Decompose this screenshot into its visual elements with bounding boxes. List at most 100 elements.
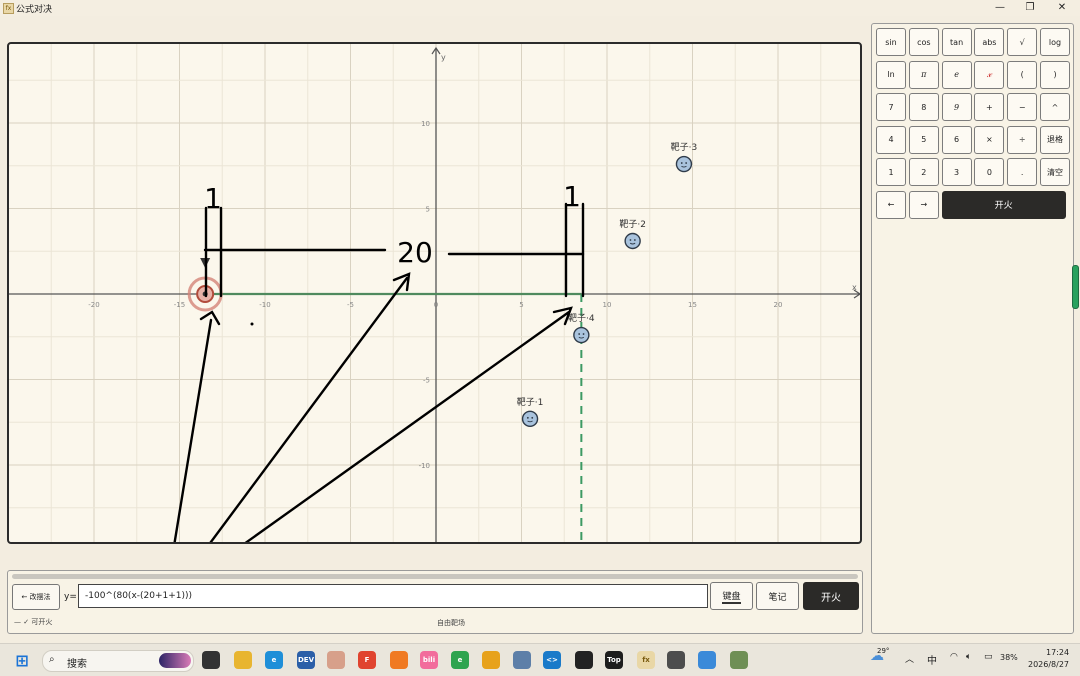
target-eye	[680, 162, 683, 164]
calculator-icon[interactable]	[667, 651, 685, 669]
formula-keypad: sin cos tan abs √ log ln π e 𝓍() 7 8 9 + − ^ 4 5 6 × ÷ 退格 1 2 3 0…	[871, 23, 1074, 634]
cursor-right-key[interactable]: →	[908, 190, 939, 219]
close-icon: ✕	[1057, 2, 1067, 13]
settings-app-icon[interactable]	[513, 651, 531, 669]
formula-input[interactable]: -100^(80(x-(20+1+1)))	[78, 584, 708, 608]
key-0-0[interactable]: sin	[876, 28, 906, 56]
fire-status: — ✓ 可开火	[14, 618, 53, 626]
ime-indicator[interactable]: 中	[927, 652, 937, 667]
feishu-icon[interactable]: F	[358, 651, 376, 669]
key-0-4[interactable]: √	[1007, 28, 1038, 56]
fire-button[interactable]: 开火	[803, 582, 859, 610]
key-4-3[interactable]: 0	[974, 158, 1005, 186]
key-1-3[interactable]: 𝓍	[974, 60, 1005, 89]
graph-canvas[interactable]: x y -20 -15 -10 -5 0 5 10 15 20 -10 -5 5 10 靶子·1 靶子·2 靶子·…	[7, 42, 862, 544]
clock-date[interactable]: 2026/8/27	[1028, 660, 1069, 669]
x-tick-label: -20	[88, 301, 99, 309]
key-2-5[interactable]: ^	[1040, 93, 1070, 121]
restore-button[interactable]: ❐	[1015, 0, 1045, 16]
volume-icon[interactable]: 🔈︎	[966, 652, 971, 662]
key-3-0[interactable]: 4	[876, 125, 906, 154]
key-4-1[interactable]: 2	[908, 158, 939, 186]
annotation-gap: 20	[397, 236, 433, 269]
file-explorer-icon[interactable]	[234, 651, 252, 669]
wifi-icon[interactable]: ◠	[950, 652, 958, 662]
key-3-3[interactable]: ×	[974, 125, 1005, 154]
change-layout-button[interactable]: ← 改摆法	[12, 584, 60, 610]
target-label: 靶子·3	[671, 141, 698, 153]
restore-icon: ❐	[1025, 2, 1035, 13]
key-2-4[interactable]: −	[1007, 93, 1038, 121]
qq-icon[interactable]	[575, 651, 593, 669]
annotation-right-one: 1	[563, 180, 581, 213]
key-1-2[interactable]: e	[941, 60, 972, 89]
key-4-2[interactable]: 3	[941, 158, 972, 186]
close-button[interactable]: ✕	[1047, 0, 1077, 16]
notes-button[interactable]: 笔记	[756, 582, 799, 610]
weather-temp: 29°	[877, 647, 890, 655]
target-eye	[629, 239, 632, 241]
key-2-0[interactable]: 7	[876, 93, 906, 121]
orange-app-icon[interactable]	[390, 651, 408, 669]
search-icon: ⌕	[49, 654, 55, 665]
edge-icon[interactable]: e	[265, 651, 283, 669]
key-1-4[interactable]: (	[1007, 60, 1038, 89]
key-0-2[interactable]: tan	[941, 28, 972, 56]
search-placeholder: 搜索	[67, 659, 87, 670]
task-view-icon[interactable]	[202, 651, 220, 669]
cursor-left-key[interactable]: ←	[876, 190, 906, 219]
arrow-to-right	[244, 306, 573, 542]
tree-app-icon[interactable]	[730, 651, 748, 669]
tray-chevron-icon[interactable]: ︿	[905, 652, 914, 665]
key-1-0[interactable]: ln	[876, 60, 906, 89]
key-1-5[interactable]: )	[1040, 60, 1070, 89]
avatar-app-icon[interactable]	[327, 651, 345, 669]
keyboard-button[interactable]: 键盘	[710, 582, 753, 610]
formula-app-icon[interactable]: fx	[637, 651, 655, 669]
devcpp-icon[interactable]: DEV	[297, 651, 315, 669]
ink-dot	[250, 322, 254, 326]
key-4-4[interactable]: .	[1007, 158, 1038, 186]
key-0-5[interactable]: log	[1040, 28, 1070, 56]
target-eye	[531, 416, 534, 419]
key-2-2[interactable]: 9	[941, 93, 972, 121]
key-4-5[interactable]: 清空	[1040, 158, 1070, 186]
target-label: 靶子·1	[517, 396, 544, 408]
key-2-3[interactable]: +	[974, 93, 1005, 121]
key-0-1[interactable]: cos	[908, 28, 939, 56]
minimize-button[interactable]: —	[985, 0, 1015, 16]
right-bracket-lines	[564, 202, 585, 298]
horizontal-scrollbar[interactable]	[12, 574, 858, 579]
vscode-icon[interactable]: <>	[543, 651, 561, 669]
graph-svg[interactable]: x y -20 -15 -10 -5 0 5 10 15 20 -10 -5 5 10 靶子·1 靶子·2 靶子·…	[9, 44, 862, 544]
taskbar-search[interactable]: ⌕ 搜索	[42, 650, 194, 672]
key-3-5[interactable]: 退格	[1040, 125, 1070, 154]
x-tick-label: 10	[603, 301, 612, 309]
globe-app-icon[interactable]	[698, 651, 716, 669]
keypad-fire-button[interactable]: 开火	[941, 190, 1066, 219]
key-3-4[interactable]: ÷	[1007, 125, 1038, 154]
key-3-1[interactable]: 5	[908, 125, 939, 154]
key-4-0[interactable]: 1	[876, 158, 906, 186]
key-3-2[interactable]: 6	[941, 125, 972, 154]
target-marker	[521, 410, 539, 428]
top-app-icon[interactable]: Top	[605, 651, 623, 669]
x-tick-label: 20	[774, 301, 783, 309]
clock-time[interactable]: 17:24	[1046, 648, 1069, 657]
target-eye	[578, 333, 581, 335]
key-1-1[interactable]: π	[908, 60, 939, 89]
bilibili-icon[interactable]: bili	[420, 651, 438, 669]
side-panel-handle[interactable]	[1072, 265, 1079, 309]
windows-start-icon[interactable]: ⊞	[13, 651, 31, 670]
green-app-icon[interactable]: e	[451, 651, 469, 669]
target-marker	[675, 155, 693, 173]
annotation-left-one: 1	[204, 182, 222, 215]
yellow-app-icon[interactable]	[482, 651, 500, 669]
key-0-3[interactable]: abs	[974, 28, 1005, 56]
x-tick-label: -5	[347, 301, 354, 309]
battery-icon[interactable]: ▭	[984, 652, 993, 662]
target-label: 靶子·2	[619, 218, 646, 230]
formula-panel: ← 改摆法 y= -100^(80(x-(20+1+1))) 键盘 笔记 开火 …	[7, 570, 863, 634]
y-tick-label: -5	[423, 377, 430, 385]
key-2-1[interactable]: 8	[908, 93, 939, 121]
